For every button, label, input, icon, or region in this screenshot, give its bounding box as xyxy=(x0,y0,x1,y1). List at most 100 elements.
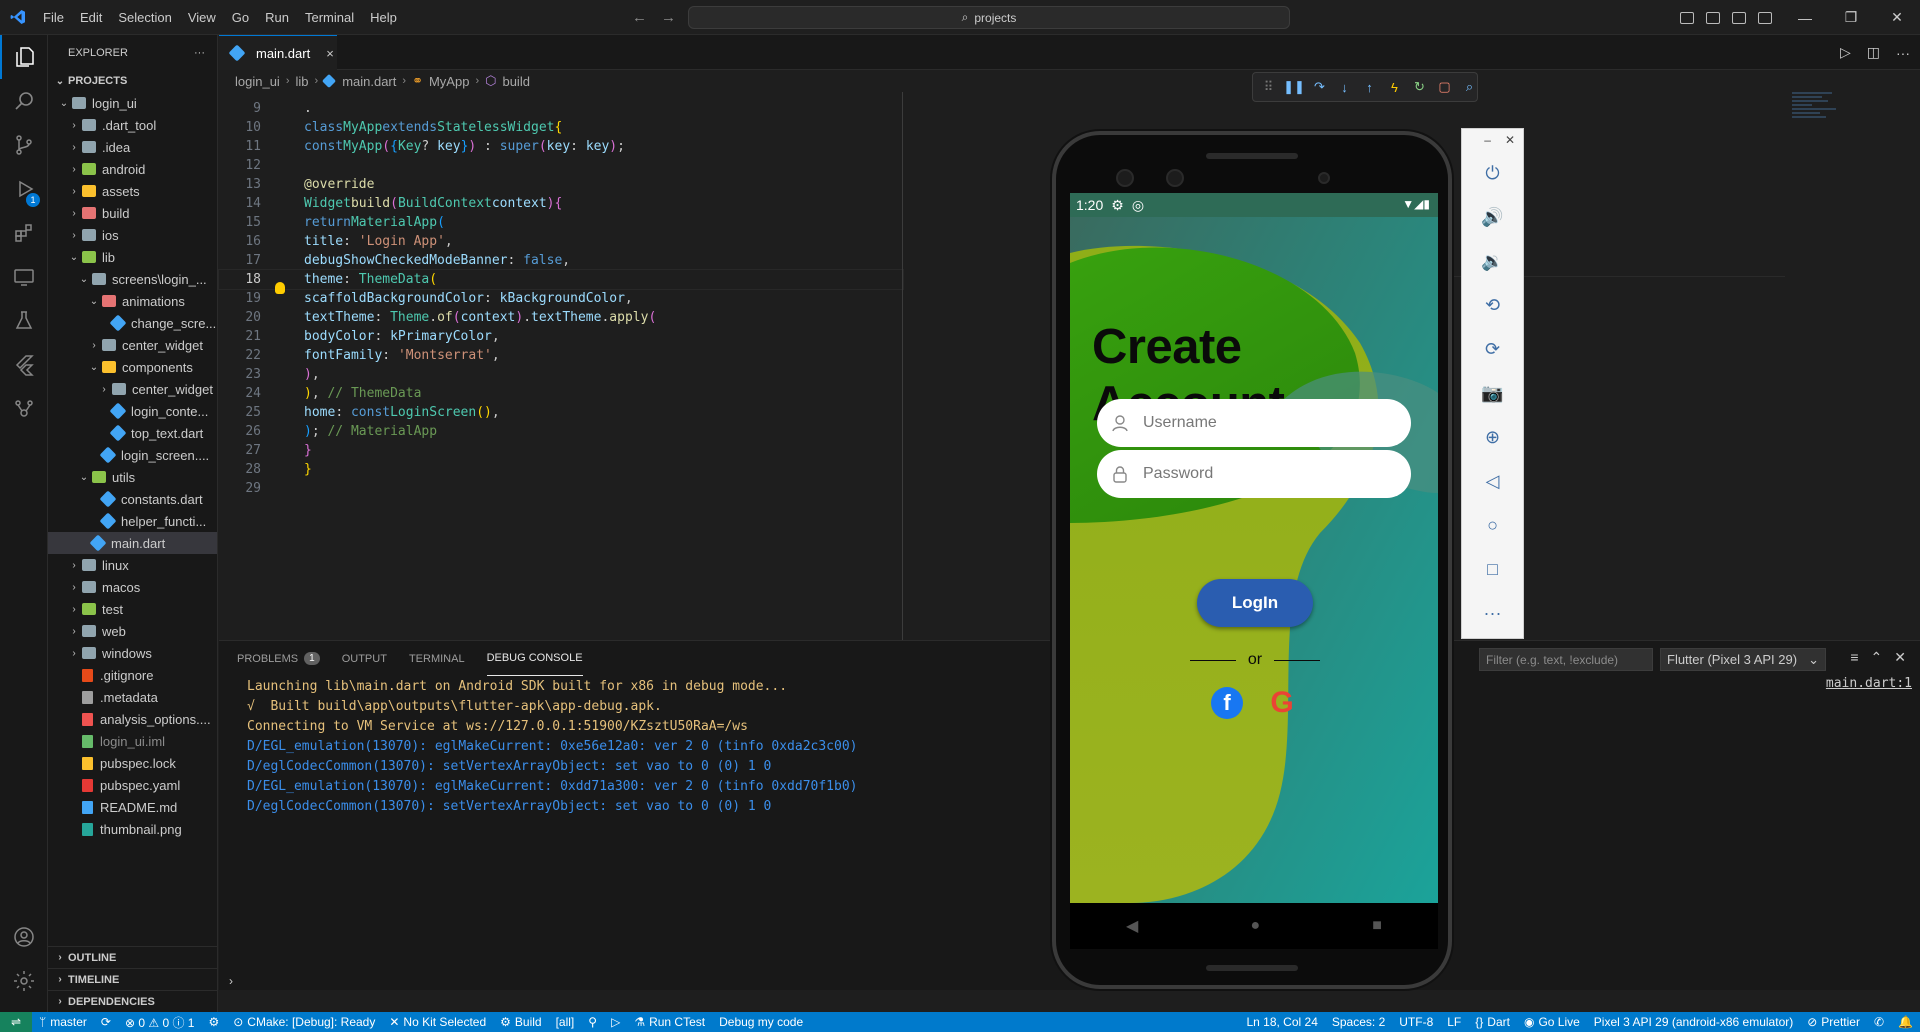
menu-edit[interactable]: Edit xyxy=(72,0,110,35)
console-filter-input[interactable]: Filter (e.g. text, !exclude) xyxy=(1479,648,1653,671)
tree-file[interactable]: top_text.dart xyxy=(48,422,217,444)
more-options-icon[interactable]: ··· xyxy=(1462,591,1523,635)
breadcrumb-item[interactable]: login_ui xyxy=(235,74,280,89)
cmake-build[interactable]: ⚙ Build xyxy=(493,1012,548,1032)
remote-indicator-icon[interactable]: ⇌ xyxy=(0,1012,32,1032)
debug-my-code[interactable]: Debug my code xyxy=(712,1012,810,1032)
facebook-icon[interactable]: f xyxy=(1211,687,1243,719)
tree-folder[interactable]: › android xyxy=(48,158,217,180)
overview-icon[interactable]: □ xyxy=(1462,547,1523,591)
tree-file[interactable]: thumbnail.png xyxy=(48,818,217,840)
menu-terminal[interactable]: Terminal xyxy=(297,0,362,35)
tree-folder[interactable]: › ios xyxy=(48,224,217,246)
menu-view[interactable]: View xyxy=(180,0,224,35)
close-panel-icon[interactable]: ✕ xyxy=(1894,649,1906,666)
zoom-icon[interactable]: ⊕ xyxy=(1462,415,1523,459)
manage-gear-icon[interactable] xyxy=(0,959,48,1003)
end-of-line[interactable]: LF xyxy=(1440,1012,1468,1032)
tree-file[interactable]: change_scre... xyxy=(48,312,217,334)
source-location-link[interactable]: main.dart:1 xyxy=(1826,676,1912,691)
nav-home-icon[interactable]: ● xyxy=(1250,917,1260,935)
code-editor[interactable]: 9. 10 class MyApp extends StatelessWidget… xyxy=(218,99,904,639)
drag-handle-icon[interactable]: ⠿ xyxy=(1261,79,1276,95)
rotate-right-icon[interactable]: ⟳ xyxy=(1462,327,1523,371)
home-icon[interactable]: ○ xyxy=(1462,503,1523,547)
tree-folder[interactable]: › macos xyxy=(48,576,217,598)
maximize-panel-icon[interactable]: ⌃ xyxy=(1871,649,1883,666)
account-icon[interactable] xyxy=(0,915,48,959)
cursor-position[interactable]: Ln 18, Col 24 xyxy=(1239,1012,1324,1032)
tree-file[interactable]: analysis_options.... xyxy=(48,708,217,730)
tree-file[interactable]: login_ui.iml xyxy=(48,730,217,752)
forward-arrow-icon[interactable]: → xyxy=(661,9,676,26)
tree-folder[interactable]: › .dart_tool xyxy=(48,114,217,136)
flutter-device[interactable]: Pixel 3 API 29 (android-x86 emulator) xyxy=(1587,1012,1800,1032)
tree-file[interactable]: README.md xyxy=(48,796,217,818)
breadcrumb-item[interactable]: build xyxy=(502,74,529,89)
back-icon[interactable]: ◁ xyxy=(1462,459,1523,503)
tree-folder[interactable]: › .idea xyxy=(48,136,217,158)
projects-section[interactable]: ⌄ PROJECTS xyxy=(48,70,217,92)
tree-folder[interactable]: ⌄ lib xyxy=(48,246,217,268)
cmake-target[interactable]: [all] xyxy=(549,1012,582,1032)
emulator-minimize-icon[interactable]: – xyxy=(1484,133,1491,147)
pause-icon[interactable]: ❚❚ xyxy=(1283,79,1305,95)
prettier[interactable]: ⊘ Prettier xyxy=(1800,1012,1867,1032)
tab-output[interactable]: OUTPUT xyxy=(342,641,387,676)
tree-folder[interactable]: ⌄ screens\login_... xyxy=(48,268,217,290)
feedback-icon[interactable]: ✆ xyxy=(1867,1012,1891,1032)
tree-file[interactable]: constants.dart xyxy=(48,488,217,510)
tree-file[interactable]: .gitignore xyxy=(48,664,217,686)
flutter-icon[interactable] xyxy=(0,343,48,387)
remote-explorer-icon[interactable] xyxy=(0,255,48,299)
file-encoding[interactable]: UTF-8 xyxy=(1392,1012,1440,1032)
customize-layout-icon[interactable] xyxy=(1758,11,1772,24)
tree-folder[interactable]: › center_widget xyxy=(48,334,217,356)
google-icon[interactable]: G xyxy=(1266,686,1298,719)
go-live[interactable]: ◉ Go Live xyxy=(1517,1012,1587,1032)
breadcrumb-item[interactable]: main.dart xyxy=(342,74,396,89)
close-tab-icon[interactable]: × xyxy=(326,46,334,61)
toggle-secondary-sidebar-icon[interactable] xyxy=(1732,11,1746,24)
console-input-prompt[interactable]: › xyxy=(229,974,233,988)
tree-folder[interactable]: ⌄ login_ui xyxy=(48,92,217,114)
cmake-kit[interactable]: ✕ No Kit Selected xyxy=(382,1012,493,1032)
timeline-section[interactable]: › TIMELINE xyxy=(48,968,217,990)
menu-go[interactable]: Go xyxy=(224,0,257,35)
login-button[interactable]: LogIn xyxy=(1197,579,1313,627)
nav-recents-icon[interactable]: ■ xyxy=(1372,917,1382,935)
clear-console-icon[interactable]: ≡ xyxy=(1850,649,1858,666)
tree-folder[interactable]: ⌄ utils xyxy=(48,466,217,488)
tree-file[interactable]: pubspec.lock xyxy=(48,752,217,774)
run-ctest[interactable]: ⚗ Run CTest xyxy=(627,1012,712,1032)
tree-folder[interactable]: ⌄ components xyxy=(48,356,217,378)
search-view-icon[interactable] xyxy=(0,79,48,123)
power-icon[interactable]: ⏻ xyxy=(1462,151,1523,195)
more-actions-icon[interactable]: ··· xyxy=(1896,45,1910,61)
menu-help[interactable]: Help xyxy=(362,0,405,35)
tab-debug-console[interactable]: DEBUG CONSOLE xyxy=(486,641,583,676)
username-field[interactable]: Username xyxy=(1097,399,1411,447)
step-into-icon[interactable]: ↓ xyxy=(1337,79,1352,95)
lightbulb-icon[interactable] xyxy=(275,281,285,294)
password-field[interactable]: Password xyxy=(1097,450,1411,498)
minimize-icon[interactable]: — xyxy=(1782,0,1828,35)
editor-group-divider[interactable] xyxy=(902,92,903,640)
git-branch[interactable]: ᛘ master xyxy=(32,1012,94,1032)
tree-file[interactable]: pubspec.yaml xyxy=(48,774,217,796)
tree-folder[interactable]: › web xyxy=(48,620,217,642)
emulator-screen[interactable]: 1:20 ⚙ ◎ ▼◢▮ Create Account Username Pas… xyxy=(1070,193,1438,903)
tree-folder[interactable]: › assets xyxy=(48,180,217,202)
minimap[interactable] xyxy=(1792,92,1852,152)
debug-attach-icon[interactable]: ⚙ xyxy=(201,1012,226,1032)
tree-folder[interactable]: › linux xyxy=(48,554,217,576)
hot-reload-icon[interactable]: ϟ xyxy=(1387,79,1402,95)
debug-session-select[interactable]: Flutter (Pixel 3 API 29) ⌄ xyxy=(1660,648,1826,671)
breadcrumb-item[interactable]: lib xyxy=(296,74,309,89)
tree-folder[interactable]: › center_widget xyxy=(48,378,217,400)
tab-terminal[interactable]: TERMINAL xyxy=(409,641,465,676)
tree-file[interactable]: .metadata xyxy=(48,686,217,708)
dependencies-section[interactable]: › DEPENDENCIES xyxy=(48,990,217,1012)
language-mode[interactable]: {} Dart xyxy=(1468,1012,1517,1032)
devtools-icon[interactable]: ⌕ xyxy=(1462,79,1477,95)
